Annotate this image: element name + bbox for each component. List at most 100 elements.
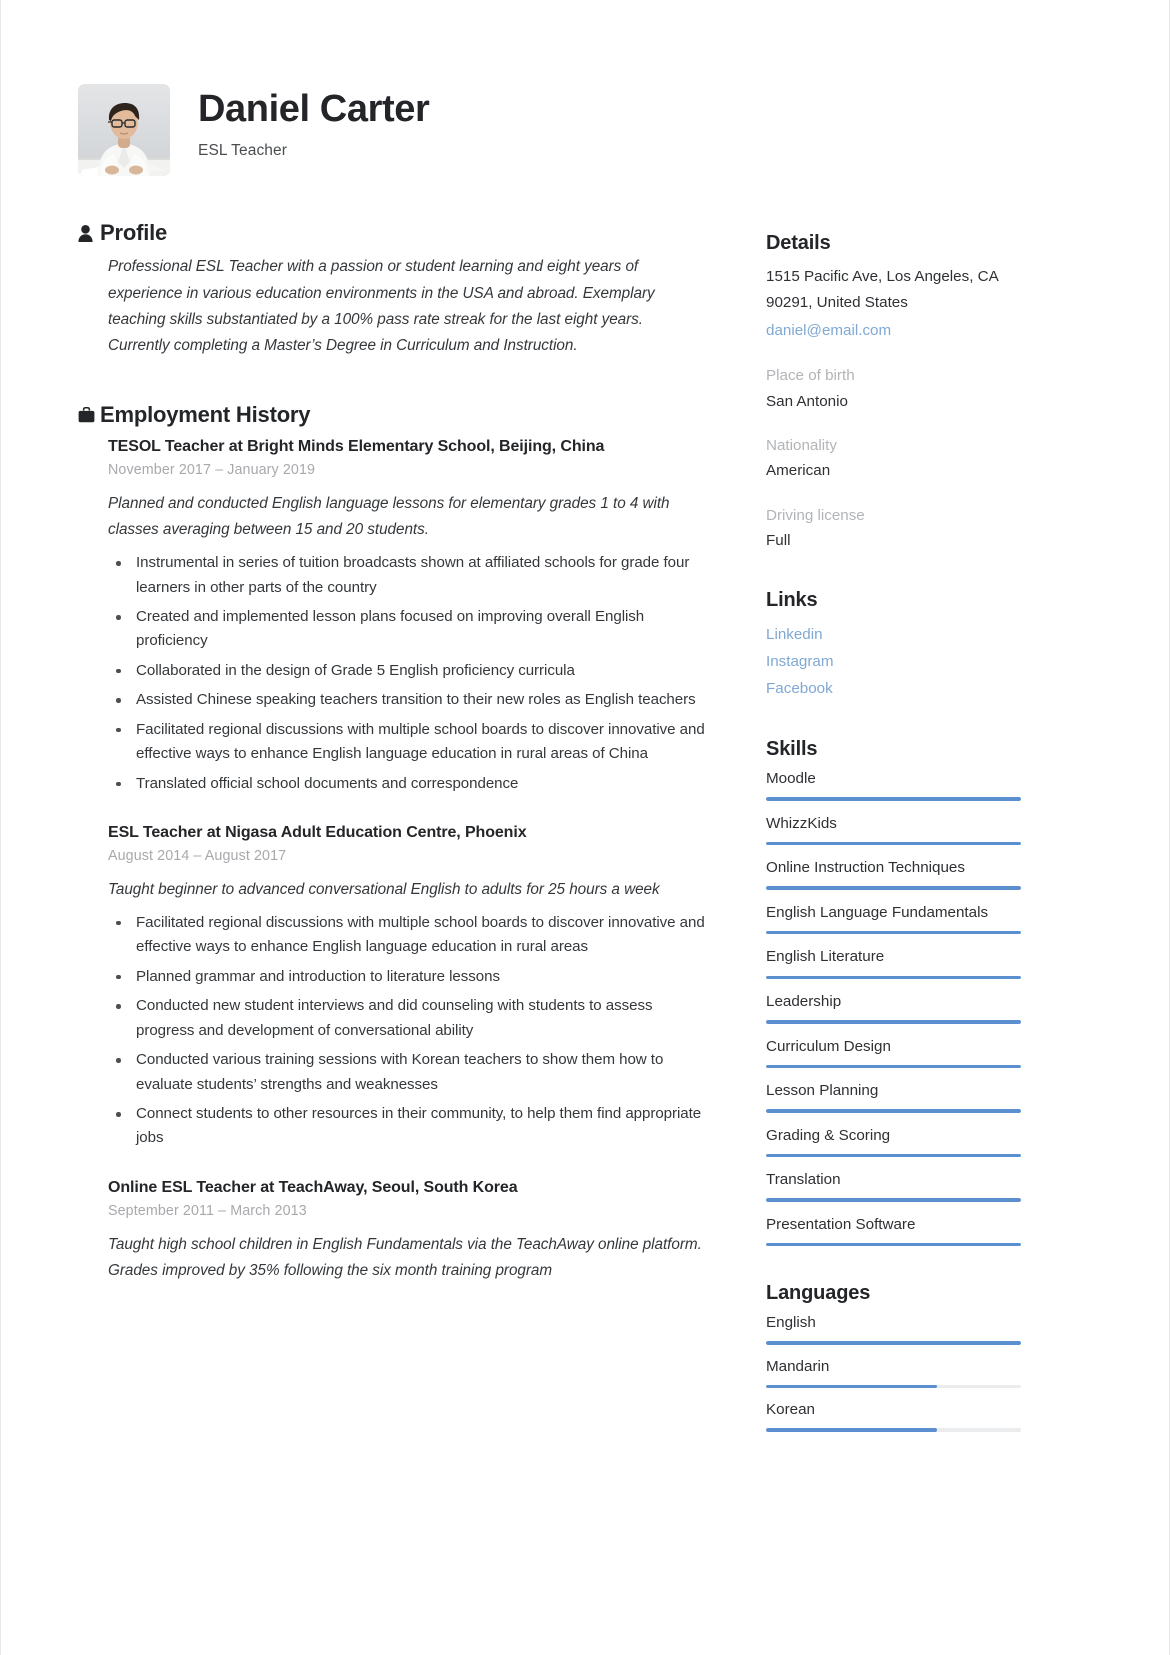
skills-list: Moodle WhizzKids Online Instruction Tech… (766, 768, 1022, 1247)
section-header-profile: Profile (78, 220, 708, 246)
address-line-2: 90291, United States (766, 294, 908, 312)
main-column: Profile Professional ESL Teacher with a … (78, 220, 708, 1284)
language-bar-fill (766, 1384, 937, 1389)
detail-field: Place of birth San Antonio (766, 364, 1022, 414)
detail-label: Place of birth (766, 367, 855, 385)
detail-value: Full (766, 531, 791, 549)
portrait-photo-icon (78, 84, 170, 176)
skill-label: Online Instruction Techniques (766, 859, 965, 877)
job-title: ESL Teacher at Nigasa Adult Education Ce… (108, 824, 527, 842)
section-title-details: Details (766, 232, 831, 254)
skill-bar-fill (766, 1153, 1021, 1158)
skill-label: Curriculum Design (766, 1037, 891, 1055)
list-item: Conducted various training sessions with… (108, 1048, 708, 1097)
skill-item: Lesson Planning (766, 1080, 1022, 1113)
language-bar-fill (766, 1341, 1021, 1345)
job-title-subtitle: ESL Teacher (198, 141, 287, 159)
skill-bar-track (766, 1109, 1021, 1113)
detail-label: Driving license (766, 506, 865, 524)
skill-label: Grading & Scoring (766, 1126, 891, 1144)
skill-bar-fill (766, 1198, 1021, 1202)
skill-bar-fill (766, 841, 1021, 846)
language-bar-fill (766, 1428, 937, 1432)
skill-bar-track (766, 975, 1021, 979)
skill-label: WhizzKids (766, 814, 837, 832)
languages-list: English Mandarin Korean (766, 1312, 1022, 1432)
skill-bar-fill (766, 930, 1021, 935)
detail-label: Nationality (766, 436, 837, 454)
sidebar-column: Details 1515 Pacific Ave, Los Angeles, C… (766, 220, 1022, 1432)
skill-bar-fill (766, 1064, 1021, 1069)
resume-page: Daniel Carter ESL Teacher Profile Profes… (0, 0, 1170, 1655)
skill-bar-track (766, 1064, 1021, 1069)
skill-label: Translation (766, 1171, 841, 1189)
list-item: Created and implemented lesson plans foc… (108, 605, 708, 654)
job-dates: November 2017 – January 2019 (108, 461, 316, 478)
email-link[interactable]: daniel@email.com (766, 317, 1022, 344)
language-item: Mandarin (766, 1356, 1022, 1389)
skill-item: Leadership (766, 991, 1022, 1024)
language-label: Korean (766, 1401, 815, 1419)
language-bar-track (766, 1341, 1021, 1345)
detail-value: San Antonio (766, 392, 848, 410)
skill-item: Moodle (766, 768, 1022, 801)
list-item: Instrumental in series of tuition broadc… (108, 551, 708, 600)
skill-item: English Literature (766, 946, 1022, 979)
skill-item: Curriculum Design (766, 1036, 1022, 1069)
list-item: Planned grammar and introduction to lite… (108, 965, 708, 989)
section-title-links: Links (766, 589, 818, 612)
person-icon (78, 224, 100, 242)
language-item: Korean (766, 1399, 1022, 1432)
page-title: Daniel Carter (198, 88, 430, 130)
job-title: Online ESL Teacher at TeachAway, Seoul, … (108, 1178, 518, 1196)
link-facebook[interactable]: Facebook (766, 675, 1022, 702)
skill-label: English Language Fundamentals (766, 903, 989, 921)
link-instagram[interactable]: Instagram (766, 648, 1022, 675)
detail-field: Driving license Full (766, 504, 1022, 554)
language-item: English (766, 1312, 1022, 1345)
job-title: TESOL Teacher at Bright Minds Elementary… (108, 437, 605, 455)
briefcase-icon (78, 406, 100, 423)
list-item: Translated official school documents and… (108, 772, 708, 796)
language-label: Mandarin (766, 1357, 830, 1375)
skill-item: Online Instruction Techniques (766, 857, 1022, 890)
employment-item: TESOL Teacher at Bright Minds Elementary… (108, 436, 708, 796)
employment-item: Online ESL Teacher at TeachAway, Seoul, … (108, 1177, 708, 1284)
employment-item: ESL Teacher at Nigasa Adult Education Ce… (108, 822, 708, 1151)
skill-label: English Literature (766, 948, 885, 966)
skill-bar-fill (766, 1242, 1021, 1247)
job-dates: August 2014 – August 2017 (108, 847, 287, 864)
skill-bar-track (766, 886, 1021, 890)
skill-bar-track (766, 1198, 1021, 1202)
skill-item: WhizzKids (766, 813, 1022, 846)
skill-bar-fill (766, 797, 1021, 801)
profile-summary: Professional ESL Teacher with a passion … (108, 258, 655, 355)
skill-bar-fill (766, 886, 1021, 890)
list-item: Connect students to other resources in t… (108, 1102, 708, 1151)
skill-label: Moodle (766, 770, 816, 788)
link-linkedin[interactable]: Linkedin (766, 621, 1022, 648)
skill-label: Presentation Software (766, 1215, 916, 1233)
language-label: English (766, 1314, 816, 1332)
list-item: Facilitated regional discussions with mu… (108, 911, 708, 960)
job-dates: September 2011 – March 2013 (108, 1202, 307, 1219)
job-bullet-list: Instrumental in series of tuition broadc… (108, 551, 708, 796)
list-item: Collaborated in the design of Grade 5 En… (108, 659, 708, 683)
section-header-employment: Employment History (78, 402, 708, 428)
skill-bar-track (766, 1242, 1021, 1247)
detail-value: American (766, 462, 831, 480)
list-item: Facilitated regional discussions with mu… (108, 718, 708, 767)
job-description: Taught high school children in English F… (108, 1235, 702, 1279)
skill-bar-track (766, 930, 1021, 935)
skill-bar-track (766, 1020, 1021, 1024)
language-bar-track (766, 1384, 1021, 1389)
resume-header: Daniel Carter ESL Teacher (78, 0, 1100, 176)
skill-label: Lesson Planning (766, 1082, 879, 1100)
skill-bar-fill (766, 1020, 1021, 1024)
skill-label: Leadership (766, 993, 842, 1010)
skill-bar-track (766, 797, 1021, 801)
section-title-languages: Languages (766, 1282, 871, 1305)
links-list: Linkedin Instagram Facebook (766, 621, 1022, 702)
skill-item: Grading & Scoring (766, 1125, 1022, 1158)
skill-item: Presentation Software (766, 1214, 1022, 1247)
